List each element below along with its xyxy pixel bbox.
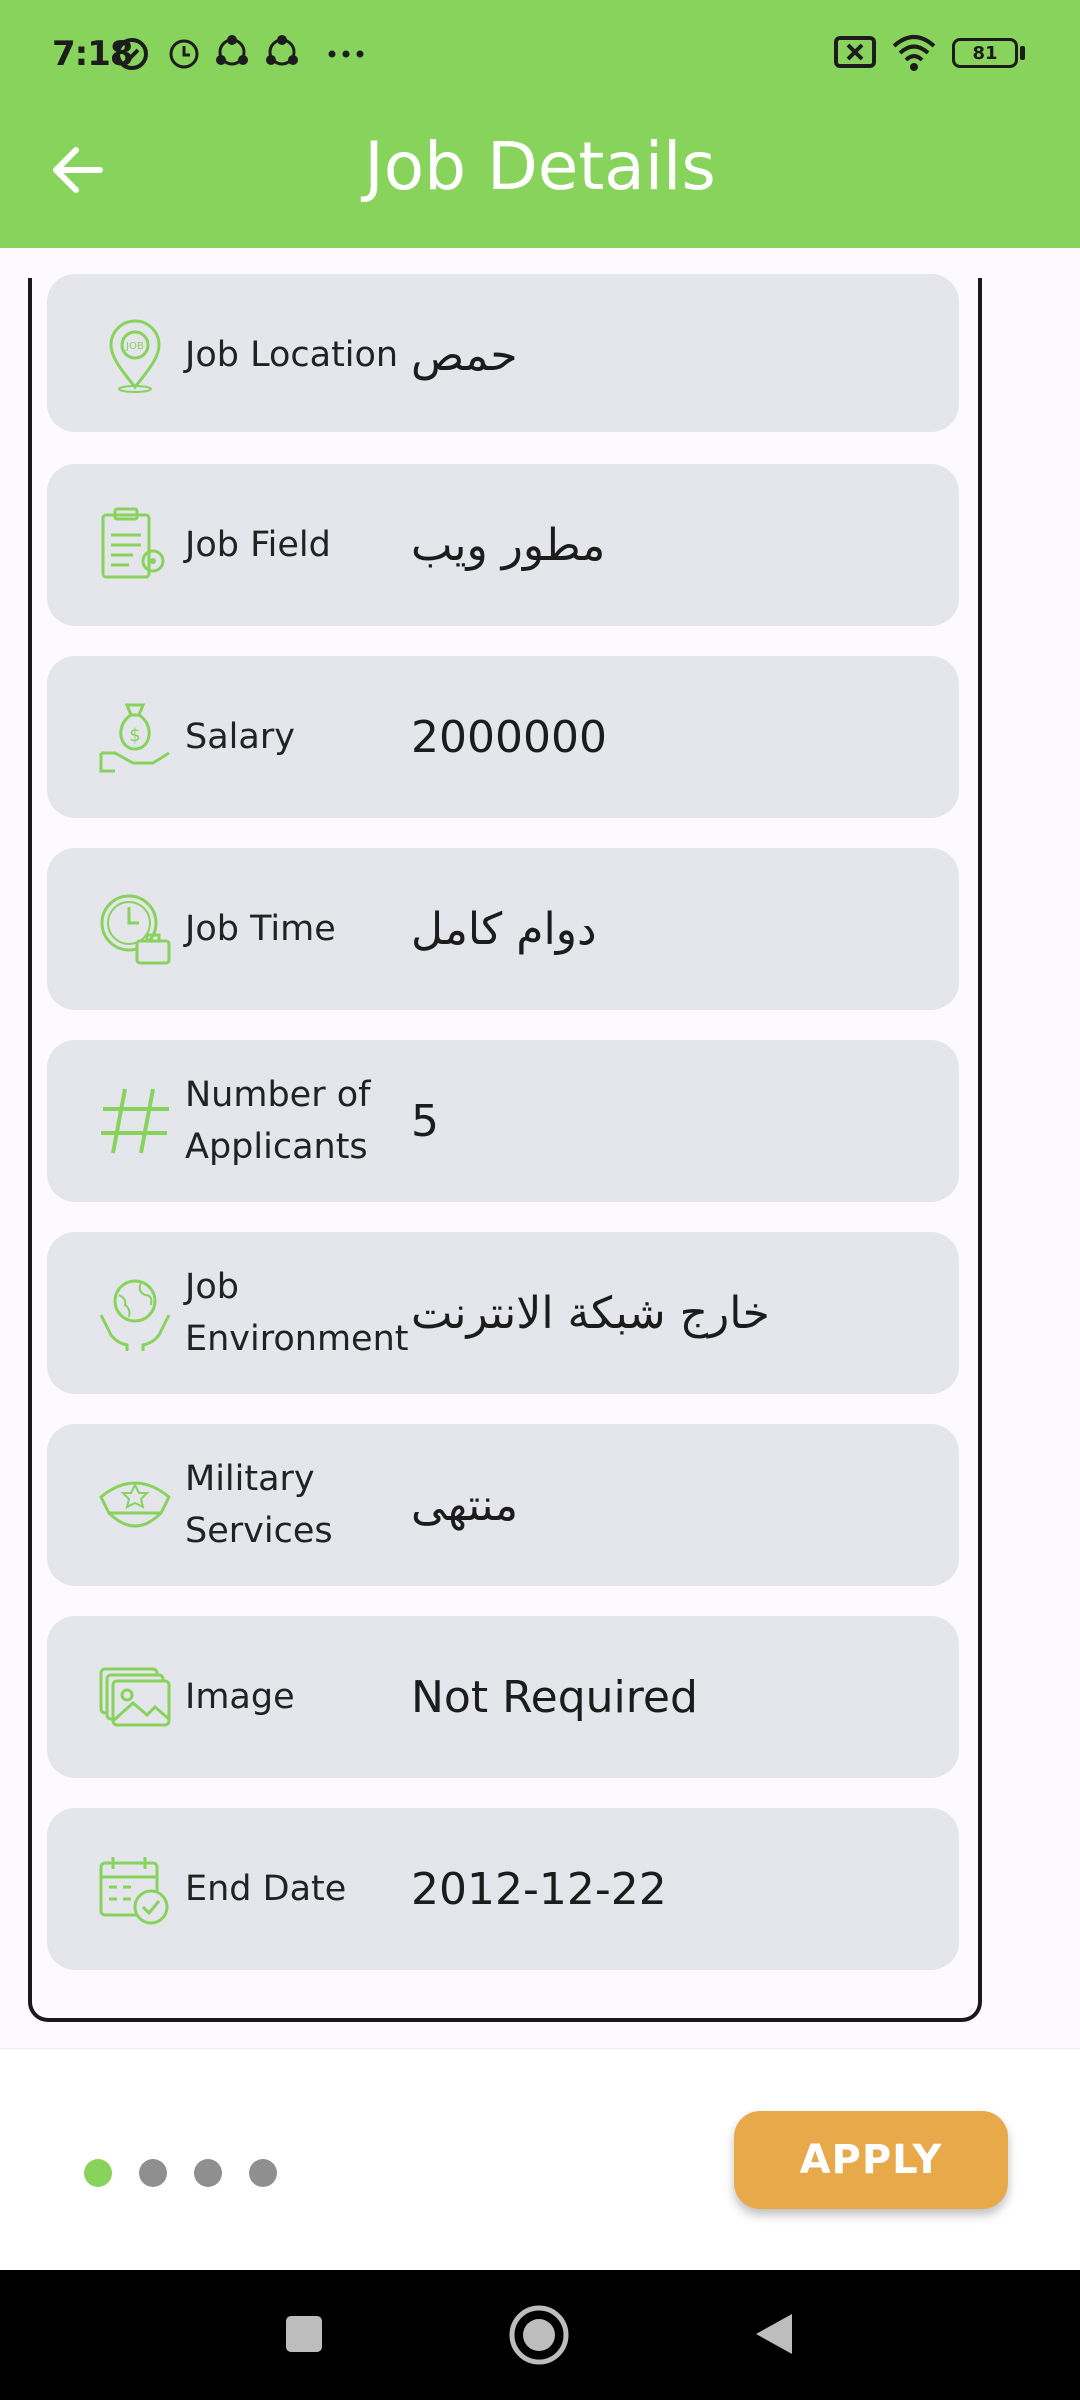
money-bag-hand-icon: $ xyxy=(99,703,170,773)
page-indicator-dot-2[interactable] xyxy=(139,2159,167,2187)
detail-value: حمص xyxy=(411,329,518,381)
detail-card-field: Job Field مطور ويب xyxy=(47,464,959,626)
detail-card-applicants: Number of Applicants 5 xyxy=(47,1040,959,1202)
hash-icon xyxy=(101,1088,169,1154)
detail-card-image: Image Not Required xyxy=(47,1616,959,1778)
page-indicator-dot-4[interactable] xyxy=(249,2159,277,2187)
page-indicator-dot-3[interactable] xyxy=(194,2159,222,2187)
battery-tip xyxy=(1020,46,1025,60)
sync-icon xyxy=(216,35,248,66)
wifi-icon xyxy=(892,35,936,71)
calendar-icon xyxy=(99,1857,169,1925)
detail-value: 5 xyxy=(411,1095,439,1147)
alarm-icon xyxy=(116,38,148,70)
more-icon xyxy=(328,50,364,58)
detail-card-end-date: End Date 2012-12-22 xyxy=(47,1808,959,1970)
military-cap-icon xyxy=(99,1481,171,1528)
detail-value: مطور ويب xyxy=(411,519,606,571)
detail-value: منتهى xyxy=(411,1479,519,1531)
detail-card-time: Job Time دوام كامل xyxy=(47,848,959,1010)
detail-value: Not Required xyxy=(411,1671,698,1723)
detail-card-salary: $ Salary 2000000 xyxy=(47,656,959,818)
detail-value: 2000000 xyxy=(411,711,607,763)
page-title: Job Details xyxy=(364,128,716,205)
image-stack-icon xyxy=(99,1667,171,1727)
apply-button[interactable]: APPLY xyxy=(734,2111,1008,2209)
page-indicator-dot-1[interactable] xyxy=(84,2159,112,2187)
bottom-bar: APPLY xyxy=(0,2048,1080,2271)
details-scroll[interactable]: JOB Job Location حمص Job Field مطور ويب … xyxy=(0,248,1080,2048)
home-icon[interactable] xyxy=(508,2304,570,2366)
globe-hands-icon xyxy=(99,1279,171,1351)
battery-indicator: 81 xyxy=(952,38,1018,68)
detail-card-location: JOB Job Location حمص xyxy=(47,274,959,432)
svg-text:$: $ xyxy=(129,725,140,746)
sync-icon xyxy=(266,35,298,66)
detail-card-environment: Job Environment خارج شبكة الانترنت xyxy=(47,1232,959,1394)
alarm-clock-icon xyxy=(169,39,199,69)
detail-card-military: Military Services منتهى xyxy=(47,1424,959,1586)
system-nav-bar xyxy=(0,2270,1080,2400)
no-sim-icon xyxy=(834,36,876,68)
app-bar: 7:18 81 Job Details xyxy=(0,0,1080,248)
recents-icon[interactable] xyxy=(284,2314,324,2354)
clock-briefcase-icon xyxy=(100,894,171,965)
clipboard-gear-icon xyxy=(101,507,165,579)
detail-value: خارج شبكة الانترنت xyxy=(411,1287,770,1339)
back-nav-icon[interactable] xyxy=(752,2310,796,2358)
detail-value: 2012-12-22 xyxy=(411,1863,667,1915)
status-bar: 7:18 81 xyxy=(0,0,1080,110)
detail-value: دوام كامل xyxy=(411,903,597,955)
location-pin-icon: JOB xyxy=(109,319,161,393)
svg-text:JOB: JOB xyxy=(125,341,144,352)
